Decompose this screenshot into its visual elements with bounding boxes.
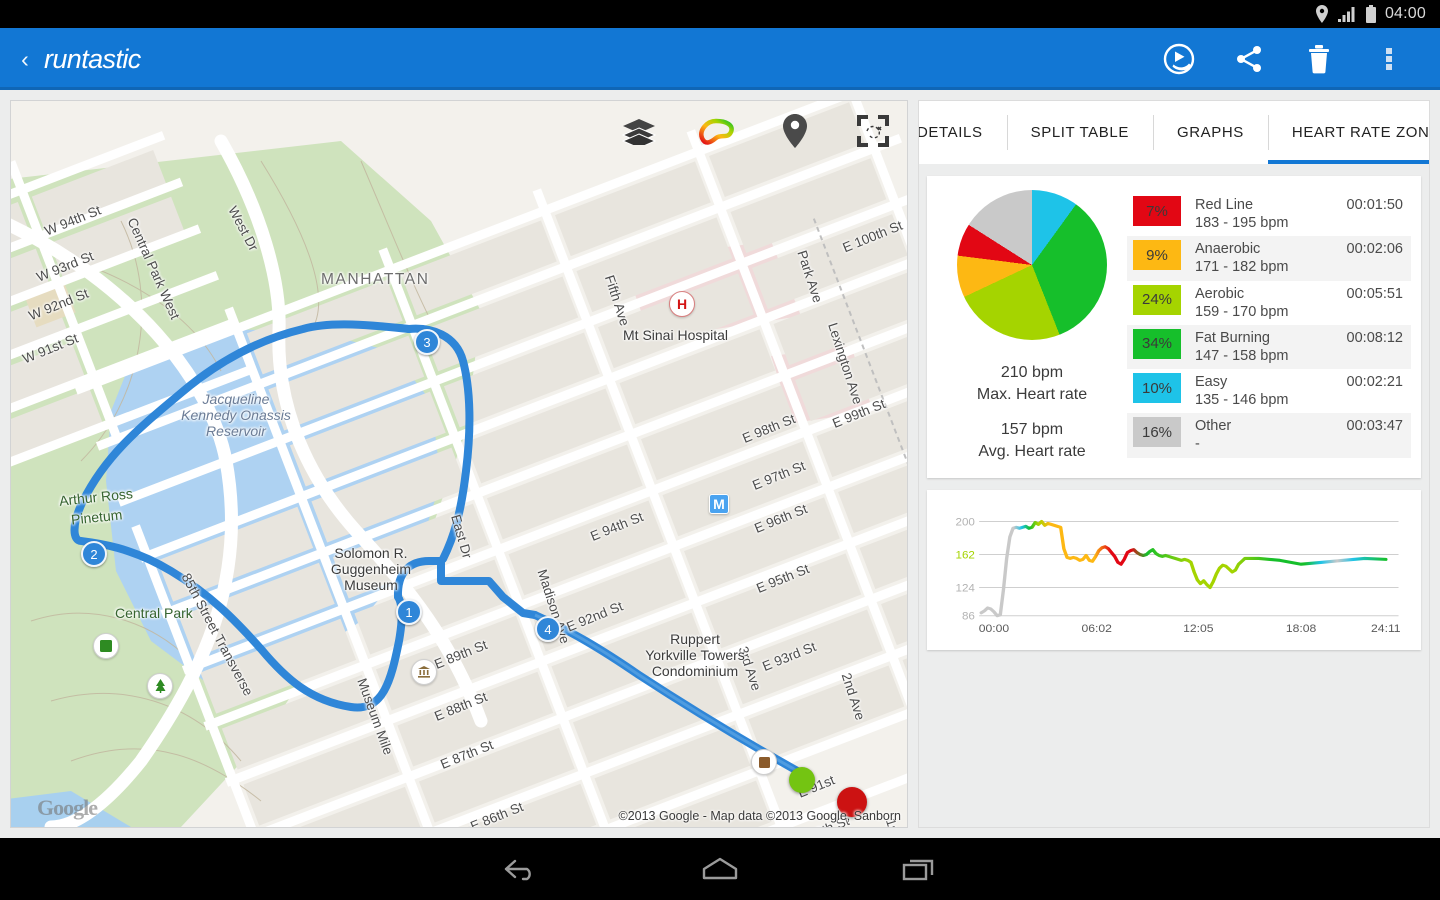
waypoint-marker[interactable]: 2 — [81, 541, 107, 567]
park-green-poi-icon — [93, 633, 119, 659]
map-graphics — [11, 101, 907, 827]
zone-row[interactable]: 9% Anaerobic 171 - 182 bpm 00:02:06 — [1127, 236, 1411, 281]
hospital-poi-icon: H — [669, 291, 695, 317]
museum-poi-icon — [411, 659, 437, 685]
app-brand-logo: runtastic — [44, 43, 141, 74]
x-tick-4: 24:11 — [1371, 623, 1401, 635]
zone-row[interactable]: 10% Easy 135 - 146 bpm 00:02:21 — [1127, 369, 1411, 413]
max-heart-rate-value: 210 bpm — [1000, 364, 1064, 381]
zone-row[interactable]: 7% Red Line 183 - 195 bpm 00:01:50 — [1127, 192, 1411, 236]
y-tick-162: 162 — [955, 550, 974, 561]
route-color-icon[interactable] — [697, 111, 737, 151]
tab-details[interactable]: DETAILS — [919, 101, 1007, 164]
waypoint-marker[interactable]: 4 — [535, 616, 561, 642]
x-tick-1: 06:02 — [1081, 623, 1111, 635]
battery-icon — [1365, 5, 1377, 23]
location-pin-icon — [1315, 5, 1329, 23]
map-layers-icon[interactable] — [619, 111, 659, 151]
max-heart-rate-label: Max. Heart rate — [976, 385, 1088, 403]
google-watermark: Google — [37, 795, 98, 820]
recents-icon[interactable] — [890, 849, 950, 889]
share-icon[interactable] — [1214, 28, 1284, 90]
map-marker-icon[interactable] — [775, 111, 815, 151]
subway-station-icon: M — [709, 494, 729, 514]
back-navigation-button[interactable]: ‹ — [8, 28, 42, 90]
panel-body: 210 bpm Max. Heart rate 157 bpm Avg. Hea… — [918, 164, 1430, 828]
avg-heart-rate-stat: 157 bpm Avg. Heart rate — [978, 419, 1085, 462]
zone-name: Fat Burning — [1195, 329, 1270, 346]
zone-percent-badge: 34% — [1133, 328, 1181, 359]
y-tick-200: 200 — [955, 517, 974, 528]
heart-rate-line-chart: 200 162 124 86 00:00 06:02 12:05 18:08 2… — [955, 517, 1401, 635]
map-canvas[interactable]: W 94th St W 93rd St W 92nd St W 91st St … — [11, 101, 907, 827]
signal-bars-icon — [1337, 6, 1357, 22]
map-controls — [619, 111, 893, 151]
map-attribution: ©2013 Google - Map data ©2013 Google, Sa… — [618, 809, 901, 823]
zone-bpm-range: 159 - 170 bpm — [1195, 303, 1289, 320]
status-bar: 04:00 — [0, 0, 1440, 28]
waypoint-marker[interactable]: 1 — [396, 599, 422, 625]
zone-name: Aerobic — [1195, 285, 1245, 302]
status-clock: 04:00 — [1384, 5, 1426, 22]
x-tick-2: 12:05 — [1183, 623, 1213, 635]
zone-name: Anaerobic — [1195, 241, 1261, 258]
content-area: W 94th St W 93rd St W 92nd St W 91st St … — [0, 90, 1440, 838]
zone-bpm-range: 183 - 195 bpm — [1195, 215, 1289, 232]
action-bar: ‹ runtastic — [0, 28, 1440, 90]
max-heart-rate-stat: 210 bpm Max. Heart rate — [977, 362, 1087, 405]
avg-heart-rate-value: 157 bpm — [1000, 421, 1064, 439]
zone-name: Easy — [1195, 374, 1228, 390]
x-tick-3: 18:08 — [1286, 623, 1316, 635]
fit-screen-icon[interactable] — [853, 111, 893, 151]
zone-bpm-range: 147 - 158 bpm — [1195, 347, 1289, 364]
heart-rate-graph-card: 200 162 124 86 00:00 06:02 12:05 18:08 2… — [927, 490, 1421, 651]
zone-percent-badge: 24% — [1133, 284, 1181, 315]
tab-bar: DETAILS SPLIT TABLE GRAPHS HEART RATE ZO… — [918, 100, 1430, 164]
avg-heart-rate-label: Avg. Heart rate — [978, 442, 1086, 460]
heart-rate-zones-pie-chart — [957, 190, 1107, 340]
y-tick-86: 86 — [962, 611, 975, 622]
zone-name: Red Line — [1195, 197, 1254, 213]
zone-row[interactable]: 24% Aerobic 159 - 170 bpm 00:05:51 — [1127, 281, 1411, 325]
building-poi-icon — [751, 749, 777, 775]
map-card[interactable]: W 94th St W 93rd St W 92nd St W 91st St … — [10, 100, 908, 828]
zone-duration: 00:08:12 — [1346, 329, 1403, 346]
zone-duration: 00:01:50 — [1346, 197, 1403, 213]
delete-icon[interactable] — [1284, 28, 1354, 90]
zone-bpm-range: 171 - 182 bpm — [1195, 259, 1289, 276]
zone-row[interactable]: 16% Other - 00:03:47 — [1127, 413, 1411, 458]
zone-percent-badge: 16% — [1133, 417, 1181, 448]
heart-rate-zone-list: 7% Red Line 183 - 195 bpm 00:01:50 9% An… — [1127, 190, 1411, 462]
tree-poi-icon — [147, 673, 173, 699]
back-icon[interactable] — [490, 849, 550, 889]
route-start-marker[interactable] — [789, 767, 815, 793]
tab-graphs[interactable]: GRAPHS — [1152, 101, 1268, 164]
heart-rate-trace — [979, 520, 1388, 618]
pie-chart-column: 210 bpm Max. Heart rate 157 bpm Avg. Hea… — [937, 190, 1127, 462]
zone-duration: 00:05:51 — [1346, 285, 1403, 302]
details-panel: DETAILS SPLIT TABLE GRAPHS HEART RATE ZO… — [918, 100, 1430, 828]
y-tick-124: 124 — [955, 583, 974, 594]
waypoint-marker[interactable]: 3 — [414, 329, 440, 355]
zone-duration: 00:02:21 — [1346, 374, 1403, 390]
zone-percent-badge: 9% — [1133, 240, 1181, 271]
zone-duration: 00:03:47 — [1346, 418, 1403, 435]
android-navigation-bar — [0, 838, 1440, 900]
zone-percent-badge: 7% — [1133, 196, 1181, 226]
zone-row[interactable]: 34% Fat Burning 147 - 158 bpm 00:08:12 — [1127, 324, 1411, 369]
zone-percent-badge: 10% — [1133, 373, 1181, 403]
tab-split-table[interactable]: SPLIT TABLE — [1006, 101, 1153, 164]
zone-duration: 00:02:06 — [1346, 241, 1403, 258]
zone-bpm-range: - — [1195, 436, 1200, 453]
zone-name: Other — [1195, 418, 1232, 435]
tab-heart-rate-zones[interactable]: HEART RATE ZONES — [1267, 101, 1429, 164]
home-icon[interactable] — [690, 849, 750, 889]
overflow-menu-icon[interactable] — [1354, 28, 1424, 90]
heart-rate-zones-card: 210 bpm Max. Heart rate 157 bpm Avg. Hea… — [927, 176, 1421, 479]
zone-bpm-range: 135 - 146 bpm — [1195, 392, 1289, 409]
x-tick-0: 00:00 — [979, 623, 1010, 635]
story-run-icon[interactable] — [1144, 28, 1214, 90]
